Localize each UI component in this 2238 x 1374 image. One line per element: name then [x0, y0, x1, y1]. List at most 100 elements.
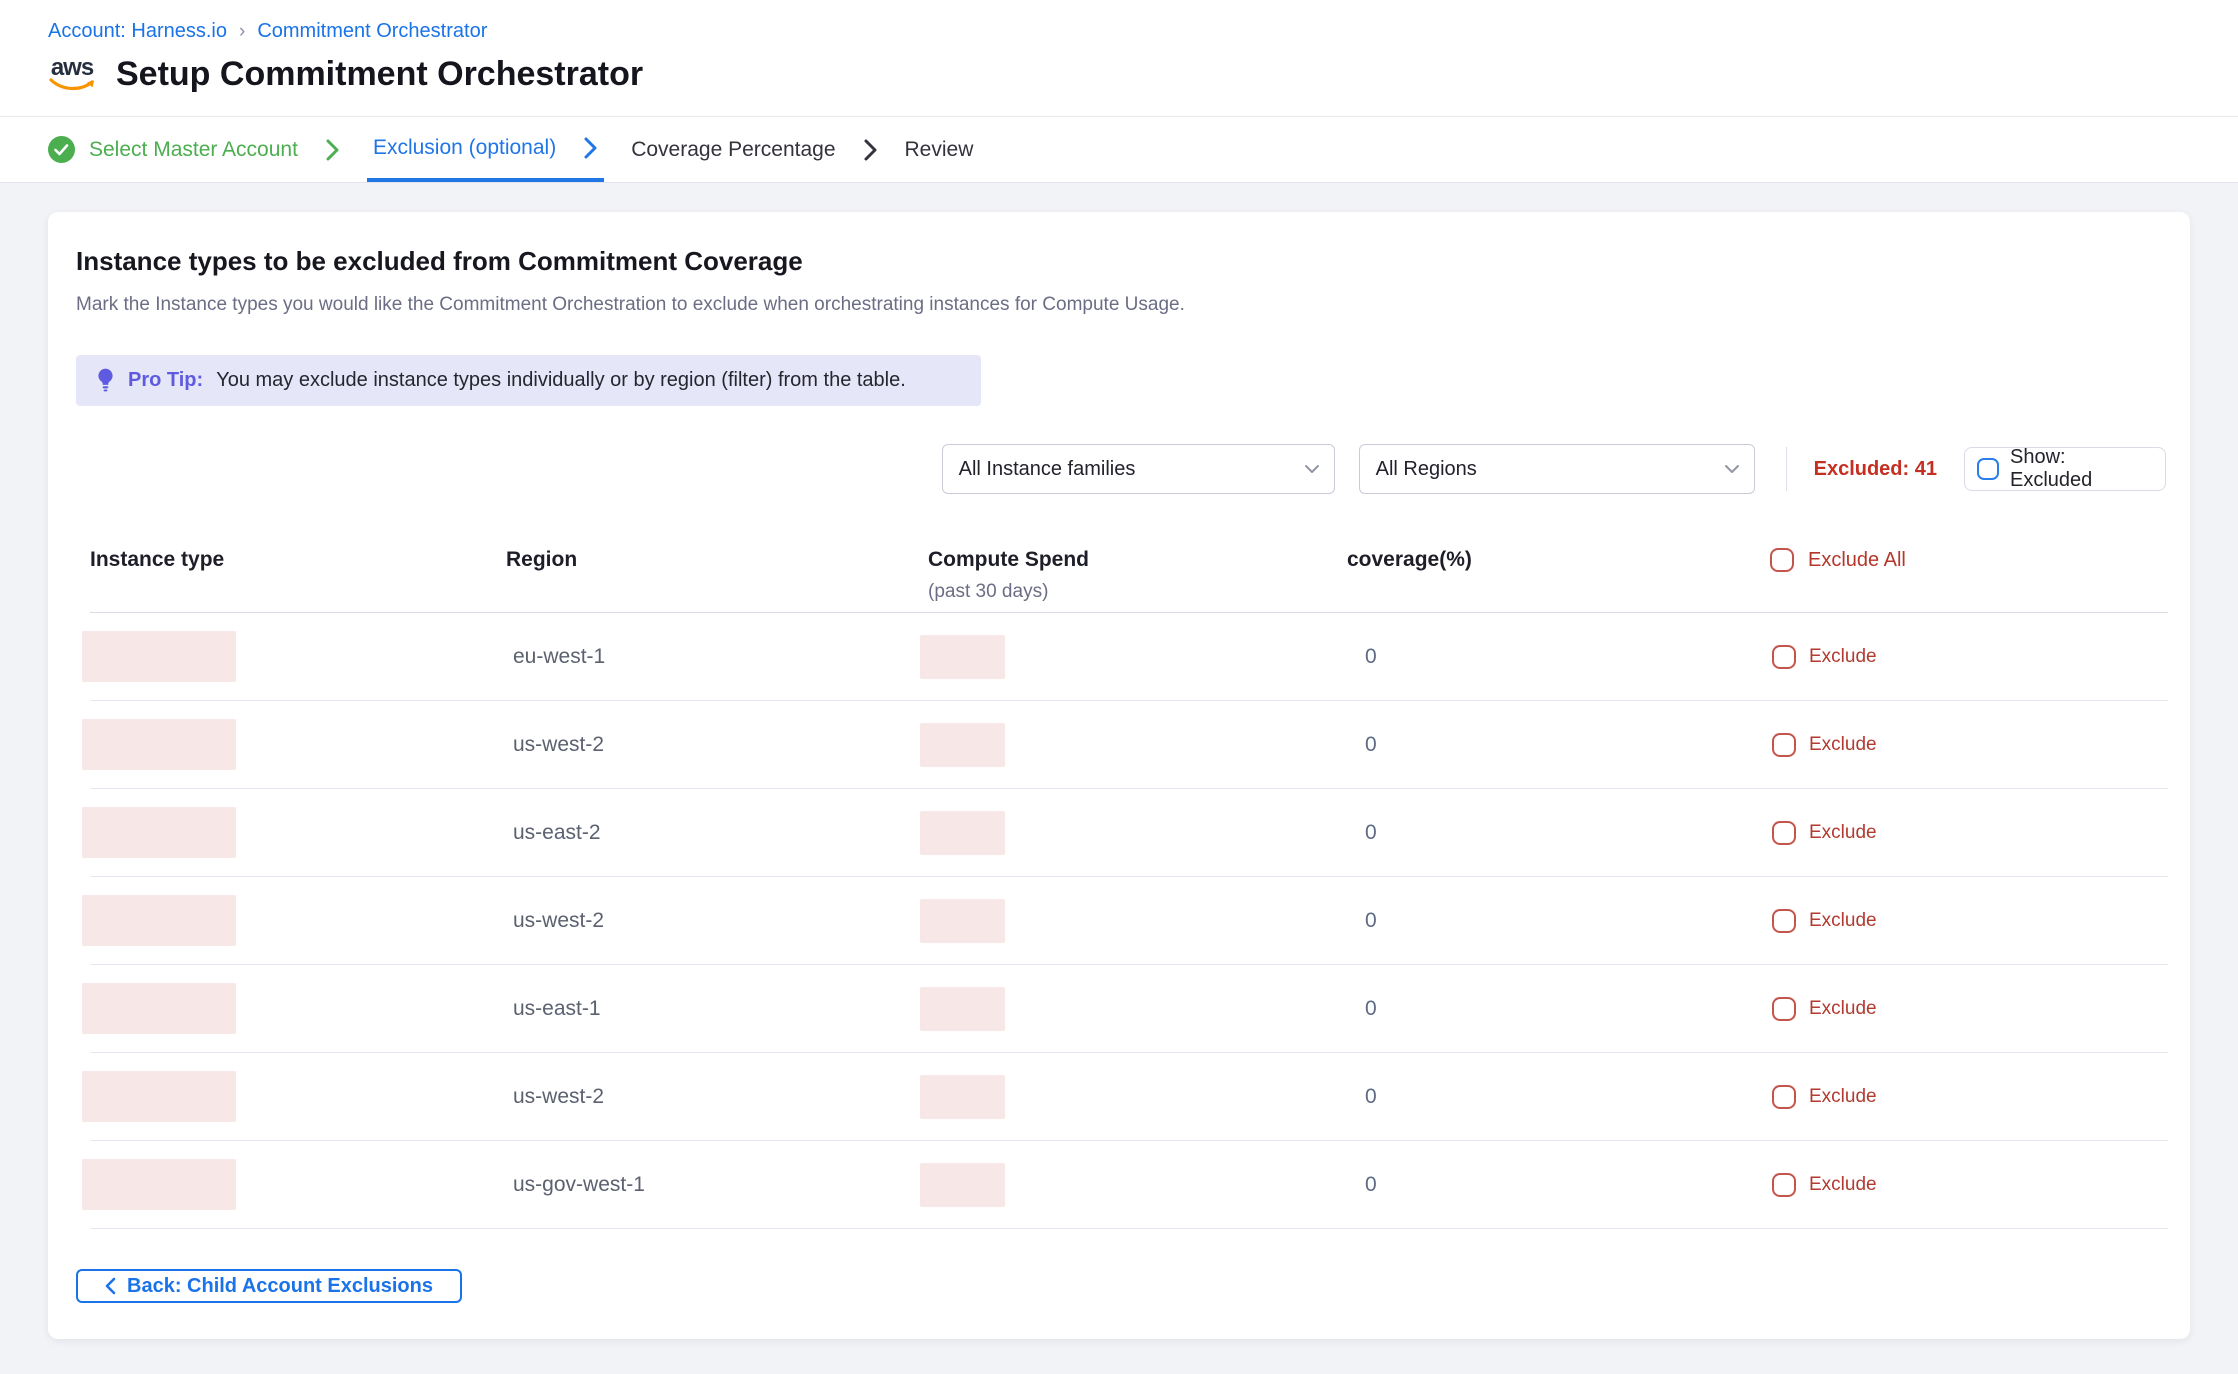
- region-cell: eu-west-1: [506, 645, 928, 669]
- chevron-down-icon: [1724, 464, 1740, 474]
- regions-select[interactable]: All Regions: [1359, 444, 1755, 494]
- chevron-right-icon: [863, 117, 878, 182]
- exclude-label[interactable]: Exclude: [1809, 646, 1877, 668]
- col-compute-spend: Compute Spend (past 30 days): [928, 548, 1347, 603]
- col-compute-spend-subtitle: (past 30 days): [928, 581, 1347, 603]
- instance-table: Instance type Region Compute Spend (past…: [90, 532, 2168, 1229]
- exclude-checkbox[interactable]: [1772, 997, 1796, 1021]
- chevron-right-icon: [325, 117, 340, 182]
- coverage-cell: 0: [1347, 997, 1765, 1021]
- top-header: Account: Harness.io › Commitment Orchest…: [0, 0, 2238, 117]
- compute-spend-redacted: [920, 987, 1005, 1031]
- table-row: us-gov-west-1 0 Exclude: [90, 1141, 2168, 1229]
- breadcrumb: Account: Harness.io › Commitment Orchest…: [48, 20, 2238, 43]
- pro-tip-label: Pro Tip:: [128, 369, 203, 392]
- instance-type-redacted: [82, 1159, 236, 1210]
- compute-spend-redacted: [920, 811, 1005, 855]
- instance-families-select[interactable]: All Instance families: [942, 444, 1335, 494]
- region-cell: us-west-2: [506, 909, 928, 933]
- col-exclude-all: Exclude All: [1765, 548, 2168, 572]
- col-coverage: coverage(%): [1347, 548, 1765, 572]
- exclude-cell: Exclude: [1765, 909, 2168, 933]
- pro-tip-banner: Pro Tip: You may exclude instance types …: [76, 355, 981, 406]
- step-select-master-account[interactable]: Select Master Account: [48, 117, 298, 182]
- compute-spend-redacted: [920, 899, 1005, 943]
- exclude-cell: Exclude: [1765, 733, 2168, 757]
- exclude-checkbox[interactable]: [1772, 733, 1796, 757]
- exclude-label[interactable]: Exclude: [1809, 998, 1877, 1020]
- exclude-label[interactable]: Exclude: [1809, 734, 1877, 756]
- exclude-label[interactable]: Exclude: [1809, 1174, 1877, 1196]
- page-title: Setup Commitment Orchestrator: [116, 55, 643, 94]
- step-exclusion[interactable]: Exclusion (optional): [373, 136, 556, 160]
- exclude-all-label[interactable]: Exclude All: [1808, 549, 1906, 572]
- exclude-label[interactable]: Exclude: [1809, 1086, 1877, 1108]
- step-coverage-percentage[interactable]: Coverage Percentage: [631, 117, 835, 182]
- pro-tip-text: You may exclude instance types individua…: [216, 369, 906, 392]
- col-region: Region: [506, 548, 928, 572]
- exclude-cell: Exclude: [1765, 997, 2168, 1021]
- step-label: Review: [905, 138, 974, 162]
- exclude-checkbox[interactable]: [1772, 821, 1796, 845]
- exclude-checkbox[interactable]: [1772, 645, 1796, 669]
- table-body: eu-west-1 0 Exclude us-west-2 0 Exclude …: [90, 613, 2168, 1229]
- page-content: Instance types to be excluded from Commi…: [0, 183, 2238, 1374]
- exclude-label[interactable]: Exclude: [1809, 822, 1877, 844]
- chevron-down-icon: [1304, 464, 1320, 474]
- table-row: us-west-2 0 Exclude: [90, 701, 2168, 789]
- instance-type-redacted: [82, 1071, 236, 1122]
- region-cell: us-east-1: [506, 997, 928, 1021]
- breadcrumb-account-link[interactable]: Account: Harness.io: [48, 20, 227, 43]
- breadcrumb-page-link[interactable]: Commitment Orchestrator: [257, 20, 487, 43]
- exclude-checkbox[interactable]: [1772, 1085, 1796, 1109]
- step-label: Coverage Percentage: [631, 138, 835, 162]
- exclude-cell: Exclude: [1765, 821, 2168, 845]
- compute-spend-redacted: [920, 1163, 1005, 1207]
- exclude-checkbox[interactable]: [1772, 909, 1796, 933]
- compute-spend-redacted: [920, 1075, 1005, 1119]
- instance-type-redacted: [82, 719, 236, 770]
- back-button[interactable]: Back: Child Account Exclusions: [76, 1269, 462, 1303]
- active-step-group: Exclusion (optional): [367, 117, 604, 182]
- exclude-all-checkbox[interactable]: [1770, 548, 1794, 572]
- coverage-cell: 0: [1347, 1085, 1765, 1109]
- wizard-stepper: Select Master Account Exclusion (optiona…: [0, 117, 2238, 183]
- instance-type-redacted: [82, 983, 236, 1034]
- table-row: eu-west-1 0 Exclude: [90, 613, 2168, 701]
- table-header-row: Instance type Region Compute Spend (past…: [90, 532, 2168, 613]
- compute-spend-redacted: [920, 723, 1005, 767]
- coverage-cell: 0: [1347, 909, 1765, 933]
- table-row: us-east-1 0 Exclude: [90, 965, 2168, 1053]
- compute-spend-redacted: [920, 635, 1005, 679]
- step-review[interactable]: Review: [905, 117, 974, 182]
- breadcrumb-separator-icon: ›: [239, 21, 245, 43]
- vertical-divider: [1786, 447, 1787, 491]
- show-excluded-label: Show: Excluded: [2010, 446, 2153, 492]
- instance-type-redacted: [82, 895, 236, 946]
- excluded-count: Excluded: 41: [1814, 458, 1937, 481]
- region-cell: us-west-2: [506, 733, 928, 757]
- coverage-cell: 0: [1347, 821, 1765, 845]
- instance-type-redacted: [82, 807, 236, 858]
- region-cell: us-gov-west-1: [506, 1173, 928, 1197]
- check-circle-icon: [48, 136, 75, 163]
- exclude-label[interactable]: Exclude: [1809, 910, 1877, 932]
- chevron-right-icon: [583, 136, 598, 160]
- coverage-cell: 0: [1347, 1173, 1765, 1197]
- coverage-cell: 0: [1347, 733, 1765, 757]
- aws-logo-icon: aws: [48, 58, 96, 91]
- step-label: Exclusion (optional): [373, 136, 556, 160]
- lightbulb-icon: [96, 367, 115, 394]
- exclude-cell: Exclude: [1765, 645, 2168, 669]
- coverage-cell: 0: [1347, 645, 1765, 669]
- show-excluded-checkbox[interactable]: [1977, 458, 1999, 480]
- col-instance-type: Instance type: [90, 548, 506, 572]
- show-excluded-toggle[interactable]: Show: Excluded: [1964, 447, 2166, 491]
- card-subheading: Mark the Instance types you would like t…: [76, 294, 1185, 316]
- exclude-cell: Exclude: [1765, 1085, 2168, 1109]
- table-row: us-west-2 0 Exclude: [90, 877, 2168, 965]
- table-row: us-east-2 0 Exclude: [90, 789, 2168, 877]
- region-cell: us-west-2: [506, 1085, 928, 1109]
- region-cell: us-east-2: [506, 821, 928, 845]
- exclude-checkbox[interactable]: [1772, 1173, 1796, 1197]
